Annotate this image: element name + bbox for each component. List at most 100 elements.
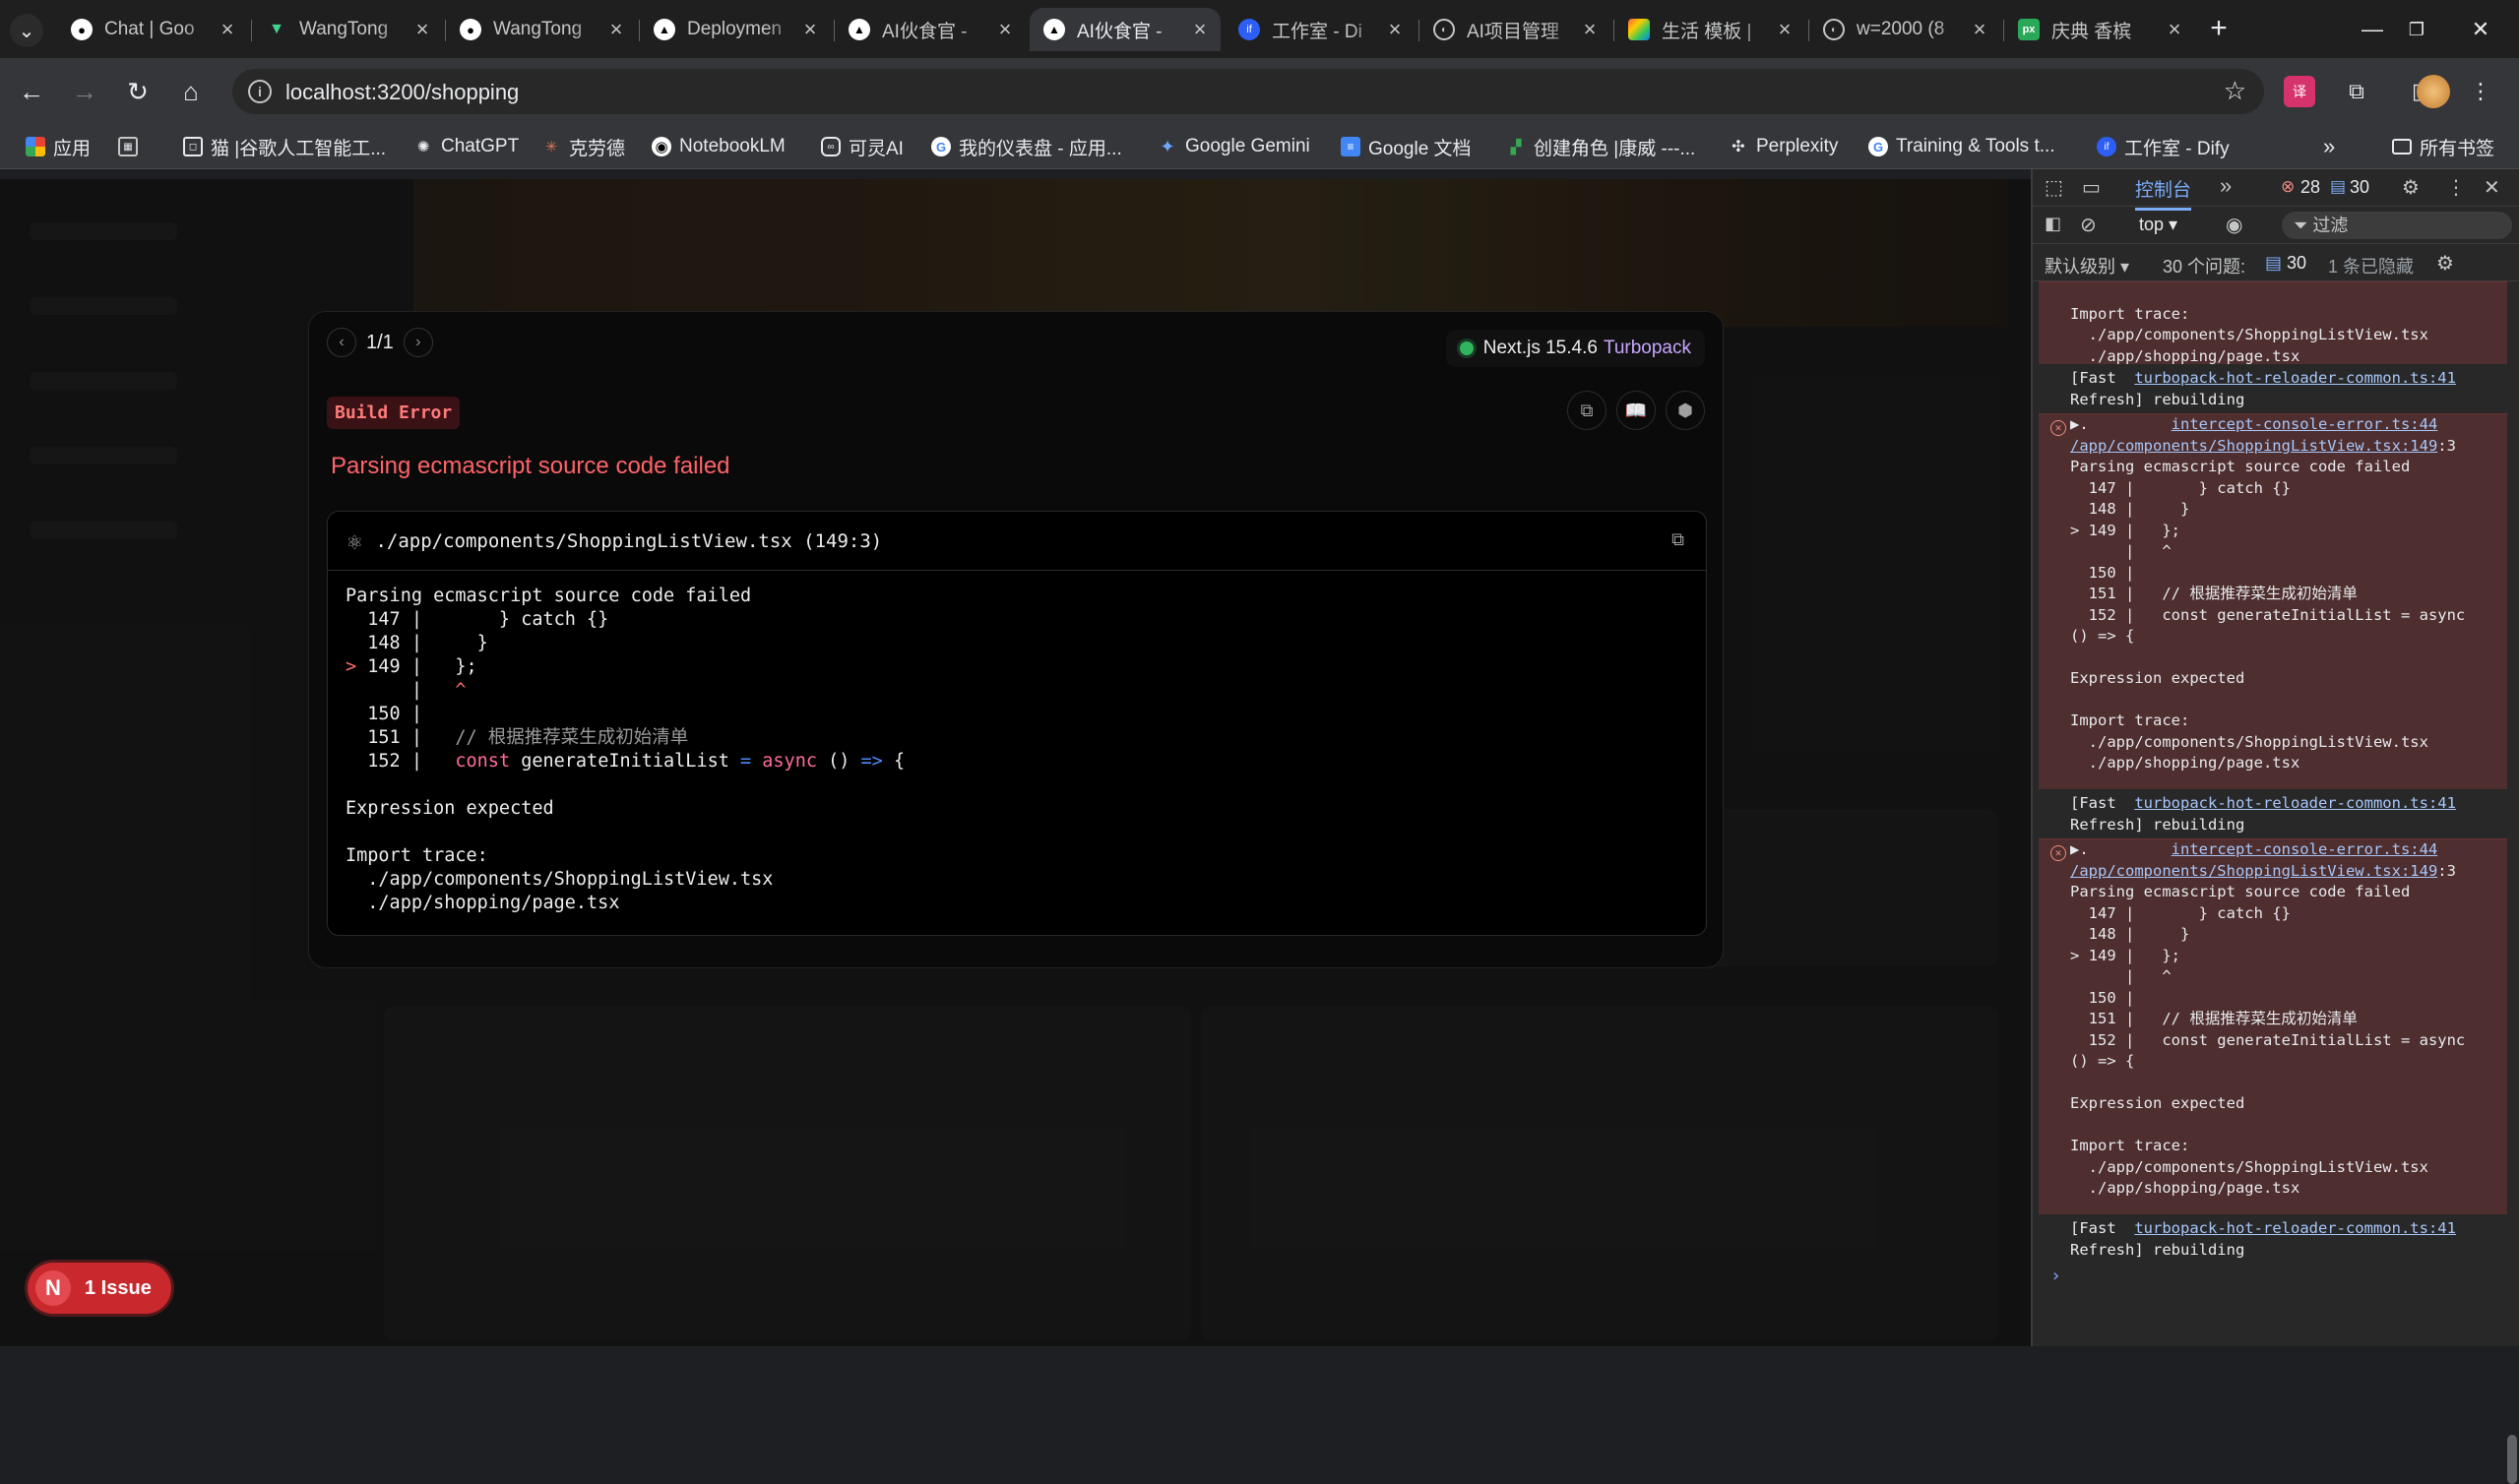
console-toolbar: ◧ ⊘ top ▾ ◉ ⏷ 过滤 xyxy=(2033,207,2519,244)
tab-wangtong-2[interactable]: ● WangTong × xyxy=(446,8,637,51)
close-icon[interactable]: × xyxy=(799,17,821,42)
source-link[interactable]: /app/components/ShoppingListView.tsx:149 xyxy=(2070,862,2437,880)
bookmark-dify[interactable]: if 工作室 - Dify xyxy=(2097,131,2230,162)
context-selector[interactable]: top ▾ xyxy=(2139,215,2177,235)
bookmark-conway[interactable]: ▞ 创建角色 |康威 ---... xyxy=(1506,131,1696,162)
console-settings-icon[interactable]: ⚙ xyxy=(2436,251,2454,276)
grid-icon: ▦ xyxy=(118,137,138,156)
bookmarks-overflow-icon[interactable]: » xyxy=(2323,131,2335,162)
restore-icon[interactable]: ❐ xyxy=(2387,12,2446,47)
nextjs-version-badge[interactable]: Next.js 15.4.6 Turbopack xyxy=(1445,330,1705,367)
more-tabs-icon[interactable]: » xyxy=(2220,173,2232,199)
close-icon[interactable]: × xyxy=(1579,17,1601,42)
tab-deployment[interactable]: ▲ Deploymen × xyxy=(640,8,831,51)
close-icon[interactable]: × xyxy=(217,17,238,42)
console-prompt[interactable]: › xyxy=(2039,1266,2507,1287)
site-info-icon[interactable]: i xyxy=(248,80,272,103)
code-frame-file[interactable]: ./app/components/ShoppingListView.tsx (1… xyxy=(375,530,882,552)
open-in-editor-icon[interactable]: ⧉ xyxy=(1671,529,1684,550)
extensions-icon[interactable]: ⧉ xyxy=(2341,76,2372,107)
devtools-close-icon[interactable]: ✕ xyxy=(2484,175,2500,200)
tab-console[interactable]: 控制台 xyxy=(2135,175,2192,211)
devtools-menu-icon[interactable]: ⋮ xyxy=(2446,175,2466,200)
issues-badge[interactable]: ▤ 30 xyxy=(2265,253,2306,274)
bookmark-star-icon[interactable]: ☆ xyxy=(2224,76,2246,106)
conway-icon: ▞ xyxy=(1510,138,1522,155)
menu-icon[interactable]: ⋮ xyxy=(2465,76,2496,107)
tab-title: WangTong xyxy=(299,19,389,39)
tab-ai-food-active[interactable]: ▲ AI伙食官 - × xyxy=(1030,8,1221,51)
back-icon[interactable]: ← xyxy=(12,72,51,111)
tab-wangtong-1[interactable]: ▼ WangTong × xyxy=(252,8,443,51)
profile-avatar[interactable] xyxy=(2417,75,2450,108)
bookmark-perplexity[interactable]: ✣ Perplexity xyxy=(1729,131,1838,162)
settings-gear-icon[interactable]: ⚙ xyxy=(2402,175,2420,200)
sidebar-toggle-icon[interactable]: ◧ xyxy=(2045,214,2061,234)
bookmark-training[interactable]: G Training & Tools t... xyxy=(1868,131,2055,162)
source-link[interactable]: turbopack-hot-reloader-common.ts:41 xyxy=(2134,794,2456,812)
close-icon[interactable]: × xyxy=(1969,17,1990,42)
tab-celebration[interactable]: px 庆典 香槟 × xyxy=(2004,8,2195,51)
tab-ai-project[interactable]: ◐ AI项目管理 × xyxy=(1419,8,1610,51)
device-toolbar-icon[interactable]: ▭ xyxy=(2082,175,2101,200)
address-bar[interactable]: i localhost:3200/shopping ☆ xyxy=(232,69,2264,114)
all-bookmarks[interactable]: 所有书签 xyxy=(2392,131,2494,162)
globe-icon: ◐ xyxy=(1823,19,1845,40)
close-icon[interactable]: × xyxy=(1189,17,1211,42)
tab-w2000[interactable]: ◐ w=2000 (8 × xyxy=(1809,8,2000,51)
all-bookmarks-label: 所有书签 xyxy=(2420,138,2495,159)
prev-error-button[interactable]: ‹ xyxy=(327,328,356,357)
console-filter-input[interactable]: ⏷ 过滤 xyxy=(2282,212,2512,239)
error-count-icon[interactable]: ⊗ xyxy=(2281,177,2295,197)
log-text: Refresh] rebuilding xyxy=(2070,1240,2245,1259)
log-level-dropdown[interactable]: 默认级别 ▾ xyxy=(2045,253,2129,278)
inspect-element-icon[interactable]: ⬚ xyxy=(2045,175,2063,200)
bookmark-google-docs[interactable]: ≡ Google 文档 xyxy=(1341,131,1472,162)
new-tab-button[interactable]: + xyxy=(2202,14,2236,47)
hexagon-icon[interactable]: ⬢ xyxy=(1666,391,1705,430)
copy-icon[interactable]: ⧉ xyxy=(1567,391,1606,430)
home-icon[interactable]: ⌂ xyxy=(171,72,211,111)
close-icon[interactable]: × xyxy=(605,17,627,42)
source-link[interactable]: turbopack-hot-reloader-common.ts:41 xyxy=(2134,1219,2456,1237)
tab-title: AI项目管理 xyxy=(1467,21,1559,42)
close-icon[interactable]: × xyxy=(1384,17,1406,42)
message-count-icon[interactable]: ▤ xyxy=(2330,177,2346,197)
tab-chat[interactable]: ● Chat | Goo × xyxy=(57,8,248,51)
bookmark-claude[interactable]: ✳ 克劳德 xyxy=(541,131,625,162)
bookmark-kling[interactable]: ∞ 可灵AI xyxy=(821,131,904,162)
source-link[interactable]: intercept-console-error.ts:44 xyxy=(2172,840,2438,858)
reload-icon[interactable]: ↻ xyxy=(118,72,157,111)
live-expression-eye-icon[interactable]: ◉ xyxy=(2226,213,2242,237)
colorful-icon xyxy=(1628,19,1650,40)
issues-indicator-button[interactable]: N 1 Issue xyxy=(28,1263,171,1314)
forward-icon[interactable]: → xyxy=(65,72,104,111)
bookmark-chatgpt[interactable]: ✺ ChatGPT xyxy=(413,131,520,162)
bookmark-gemini[interactable]: ✦ Google Gemini xyxy=(1158,131,1309,162)
console-scrollbar[interactable] xyxy=(2507,1435,2517,1484)
source-link[interactable]: intercept-console-error.ts:44 xyxy=(2172,415,2438,433)
bookmark-grid[interactable]: ▦ xyxy=(118,131,146,162)
log-text: ./app/components/ShoppingListView.tsx xyxy=(2088,326,2428,343)
log-text: ./app/shopping/page.tsx xyxy=(2088,346,2300,365)
next-error-button[interactable]: › xyxy=(403,328,433,357)
tab-search-icon[interactable]: ⌄ xyxy=(10,14,43,47)
translate-extension-icon[interactable]: 译 xyxy=(2284,76,2315,107)
bookmark-notebooklm[interactable]: ◉ NotebookLM xyxy=(652,131,786,162)
docs-book-icon[interactable]: 📖 xyxy=(1616,391,1656,430)
bookmark-apps[interactable]: 应用 xyxy=(26,131,91,162)
bookmark-dashboard[interactable]: G 我的仪表盘 - 应用... xyxy=(931,131,1122,162)
tab-life-template[interactable]: 生活 模板 | × xyxy=(1614,8,1805,51)
clear-console-icon[interactable]: ⊘ xyxy=(2080,213,2097,237)
close-icon[interactable]: × xyxy=(1774,17,1795,42)
tab-dify-studio[interactable]: if 工作室 - Di × xyxy=(1225,8,1416,51)
close-icon[interactable]: × xyxy=(411,17,433,42)
close-icon[interactable]: × xyxy=(2164,17,2185,42)
source-link[interactable]: turbopack-hot-reloader-common.ts:41 xyxy=(2134,369,2456,387)
url-text[interactable]: localhost:3200/shopping xyxy=(285,80,519,105)
window-close-icon[interactable]: ✕ xyxy=(2451,12,2510,47)
bookmark-cat[interactable]: ◻ 猫 |谷歌人工智能工... xyxy=(183,131,386,162)
tab-ai-food-1[interactable]: ▲ AI伙食官 - × xyxy=(835,8,1026,51)
close-icon[interactable]: × xyxy=(994,17,1016,42)
source-link[interactable]: /app/components/ShoppingListView.tsx:149 xyxy=(2070,437,2437,455)
